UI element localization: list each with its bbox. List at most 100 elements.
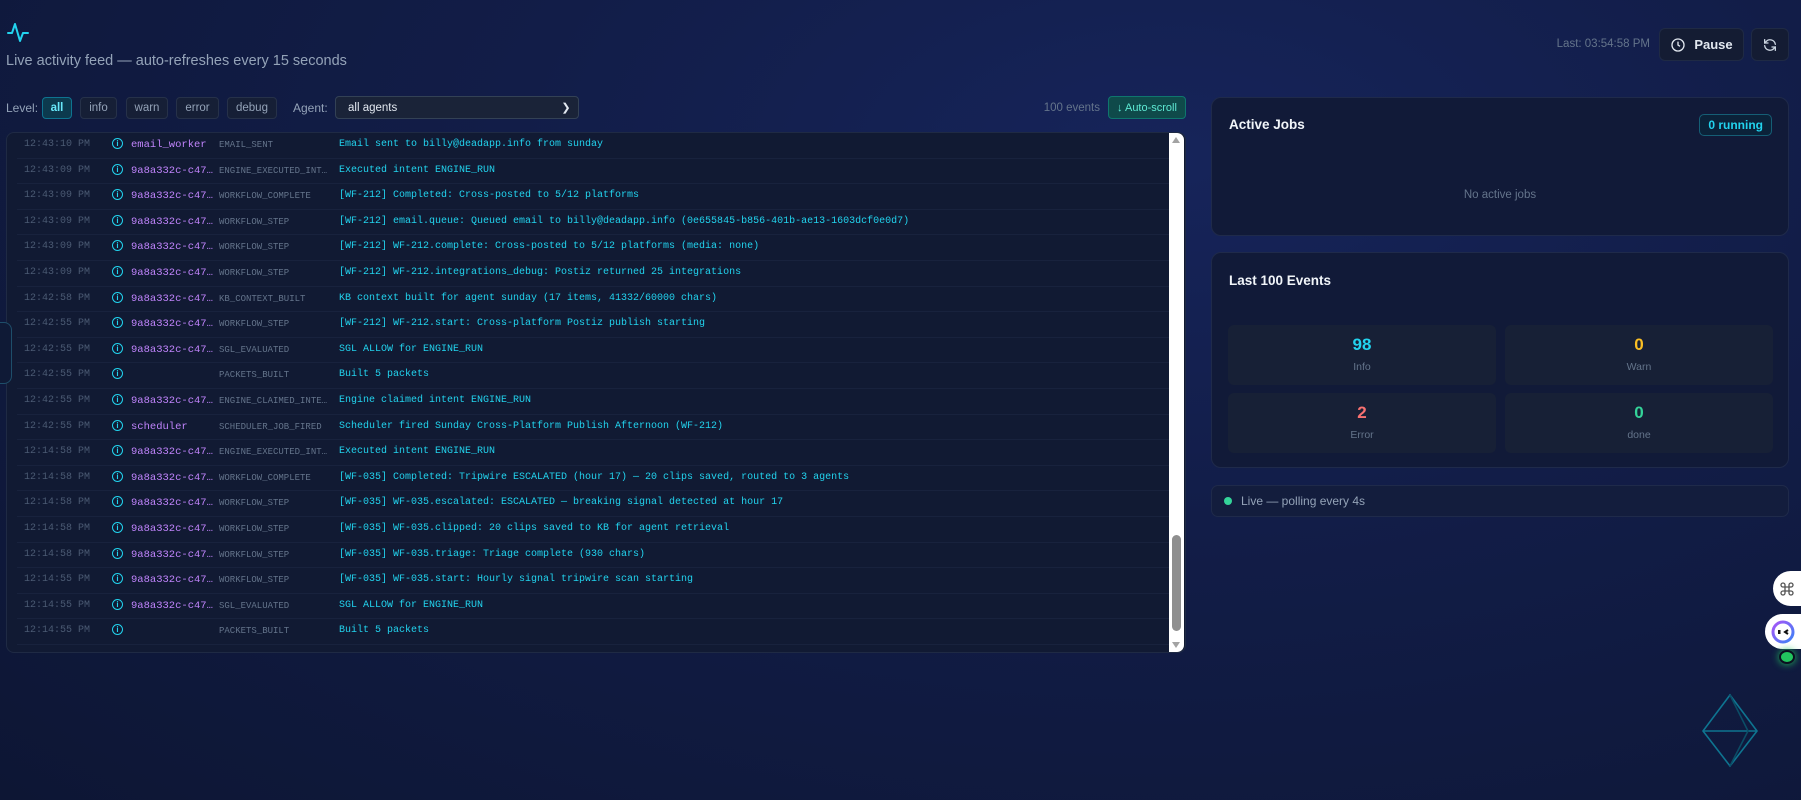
log-agent: 9a8a332c-c47… <box>131 318 213 331</box>
log-row[interactable]: 12:14:55 PM i 9a8a332c-c47… SGL_EVALUATE… <box>17 594 1169 620</box>
log-agent: email_worker <box>131 139 207 151</box>
stat-value: 0 <box>1634 335 1644 354</box>
log-agent: 9a8a332c-c47… <box>131 574 213 587</box>
log-row[interactable]: 12:43:09 PM i 9a8a332c-c47… WORKFLOW_COM… <box>17 184 1169 210</box>
log-row[interactable]: 12:43:09 PM i 9a8a332c-c47… WORKFLOW_STE… <box>17 235 1169 261</box>
log-row[interactable]: 12:42:55 PM i scheduler SCHEDULER_JOB_FI… <box>17 415 1169 441</box>
log-message: [WF-212] Completed: Cross-posted to 5/12… <box>339 190 640 202</box>
log-time: 12:42:55 PM <box>24 318 91 330</box>
stat-value: 98 <box>1352 335 1372 354</box>
log-type: SGL_EVALUATED <box>219 344 290 355</box>
log-message: [WF-035] Completed: Tripwire ESCALATED (… <box>339 471 850 483</box>
agent-label: Agent: <box>293 101 328 115</box>
log-time: 12:42:55 PM <box>24 394 91 406</box>
pause-button[interactable]: Pause <box>1659 28 1744 61</box>
log-row[interactable]: 12:14:55 PM i PACKETS_BUILT Built 5 pack… <box>17 619 1169 645</box>
log-time: 12:14:55 PM <box>24 599 91 611</box>
log-row[interactable]: 12:14:58 PM i 9a8a332c-c47… WORKFLOW_STE… <box>17 491 1169 517</box>
autoscroll-button[interactable]: ↓ Auto-scroll <box>1108 96 1186 119</box>
events-summary-title: Last 100 Events <box>1229 273 1332 288</box>
stat-value: 0 <box>1634 403 1644 422</box>
log-agent: 9a8a332c-c47… <box>131 446 213 459</box>
last-updated: Last: 03:54:58 PM <box>1556 38 1650 50</box>
log-type: ENGINE_EXECUTED_INT… <box>219 165 328 176</box>
stat-label: Error <box>1350 429 1374 441</box>
log-row[interactable]: 12:42:55 PM i PACKETS_BUILT Built 5 pack… <box>17 363 1169 389</box>
log-agent: 9a8a332c-c47… <box>131 190 213 203</box>
log-time: 12:43:09 PM <box>24 241 91 253</box>
log-message: Engine claimed intent ENGINE_RUN <box>339 394 532 406</box>
log-scrollbar[interactable] <box>1169 133 1184 652</box>
log-time: 12:42:55 PM <box>24 343 91 355</box>
info-icon: i <box>112 368 123 380</box>
log-type: WORKFLOW_STEP <box>219 575 290 586</box>
info-icon: i <box>112 138 123 149</box>
page-subtitle: Live activity feed — auto-refreshes ever… <box>6 53 347 69</box>
log-time: 12:43:10 PM <box>24 139 91 150</box>
log-row[interactable]: 12:43:09 PM i 9a8a332c-c47… WORKFLOW_STE… <box>17 261 1169 287</box>
log-message: [WF-212] WF-212.start: Cross-platform Po… <box>339 318 706 330</box>
log-time: 12:14:58 PM <box>24 522 91 534</box>
info-icon: i <box>112 189 123 201</box>
sidebar-toggle-handle[interactable] <box>0 322 12 384</box>
log-row[interactable]: 12:43:10 PM i email_worker EMAIL_SENT Em… <box>17 133 1169 159</box>
log-row[interactable]: 12:42:55 PM i 9a8a332c-c47… SGL_EVALUATE… <box>17 338 1169 364</box>
log-type: KB_CONTEXT_BUILT <box>219 293 306 304</box>
refresh-button[interactable] <box>1751 28 1789 61</box>
events-summary-panel: Last 100 Events 98 Info 0 Warn 2 Error 0 done <box>1211 252 1789 468</box>
log-time: 12:43:09 PM <box>24 190 91 202</box>
scroll-down-arrow-icon[interactable] <box>1172 642 1180 648</box>
log-row[interactable]: 12:14:58 PM i 9a8a332c-c47… WORKFLOW_STE… <box>17 517 1169 543</box>
log-time: 12:42:55 PM <box>24 369 91 381</box>
log-row[interactable]: 12:14:55 PM i 9a8a332c-c47… WORKFLOW_STE… <box>17 568 1169 594</box>
log-message: Built 5 packets <box>339 625 430 637</box>
log-message: Built 5 packets <box>339 369 430 381</box>
info-icon: i <box>112 598 123 610</box>
live-status-text: Live — polling every 4s <box>1241 494 1366 508</box>
assistant-bot-button[interactable] <box>1765 614 1801 649</box>
log-row[interactable]: 12:14:58 PM i 9a8a332c-c47… WORKFLOW_COM… <box>17 466 1169 492</box>
log-type: ENGINE_CLAIMED_INTE… <box>219 395 328 406</box>
agent-select[interactable]: all agents ❯ <box>335 96 579 119</box>
log-row[interactable]: 12:42:55 PM i 9a8a332c-c47… WORKFLOW_STE… <box>17 312 1169 338</box>
log-row[interactable]: 12:14:58 PM i 9a8a332c-c47… WORKFLOW_STE… <box>17 543 1169 569</box>
log-agent: 9a8a332c-c47… <box>131 215 213 228</box>
log-message: [WF-212] WF-212.complete: Cross-posted t… <box>339 241 760 253</box>
info-icon: i <box>112 547 123 559</box>
info-icon: i <box>112 265 123 277</box>
level-filter-error[interactable]: error <box>176 97 219 119</box>
log-row[interactable]: 12:42:55 PM i 9a8a332c-c47… ENGINE_CLAIM… <box>17 389 1169 415</box>
level-filter-warn[interactable]: warn <box>126 97 168 119</box>
log-type: WORKFLOW_STEP <box>219 319 290 330</box>
scrollbar-thumb[interactable] <box>1172 535 1181 631</box>
log-message: SGL ALLOW for ENGINE_RUN <box>339 343 484 355</box>
command-menu-button[interactable] <box>1773 571 1801 606</box>
info-icon: i <box>112 470 123 482</box>
log-type: WORKFLOW_COMPLETE <box>219 191 311 202</box>
level-filter-info[interactable]: info <box>80 97 117 119</box>
agent-select-value: all agents <box>348 101 398 114</box>
stat-info: 98 Info <box>1228 325 1496 385</box>
log-time: 12:43:09 PM <box>24 215 91 227</box>
log-agent: 9a8a332c-c47… <box>131 471 213 484</box>
log-type: WORKFLOW_STEP <box>219 549 290 560</box>
log-time: 12:14:58 PM <box>24 548 91 560</box>
info-icon: i <box>112 240 123 252</box>
level-filter-all[interactable]: all <box>42 97 72 119</box>
log-row[interactable]: 12:14:58 PM i 9a8a332c-c47… ENGINE_EXECU… <box>17 440 1169 466</box>
log-type: PACKETS_BUILT <box>219 626 290 637</box>
scroll-up-arrow-icon[interactable] <box>1172 137 1180 143</box>
log-time: 12:14:58 PM <box>24 446 91 458</box>
log-type: WORKFLOW_STEP <box>219 242 290 253</box>
log-type: WORKFLOW_STEP <box>219 267 290 278</box>
log-type: ENGINE_EXECUTED_INT… <box>219 447 328 458</box>
log-time: 12:42:55 PM <box>24 420 91 432</box>
level-label: Level: <box>6 101 39 115</box>
log-row[interactable]: 12:43:09 PM i 9a8a332c-c47… ENGINE_EXECU… <box>17 159 1169 185</box>
log-row[interactable]: 12:42:58 PM i 9a8a332c-c47… KB_CONTEXT_B… <box>17 287 1169 313</box>
log-row[interactable]: 12:43:09 PM i 9a8a332c-c47… WORKFLOW_STE… <box>17 210 1169 236</box>
level-filter-debug[interactable]: debug <box>227 97 277 119</box>
no-active-jobs: No active jobs <box>1463 189 1537 201</box>
log-type: EMAIL_SENT <box>219 140 274 150</box>
log-agent: 9a8a332c-c47… <box>131 522 213 535</box>
